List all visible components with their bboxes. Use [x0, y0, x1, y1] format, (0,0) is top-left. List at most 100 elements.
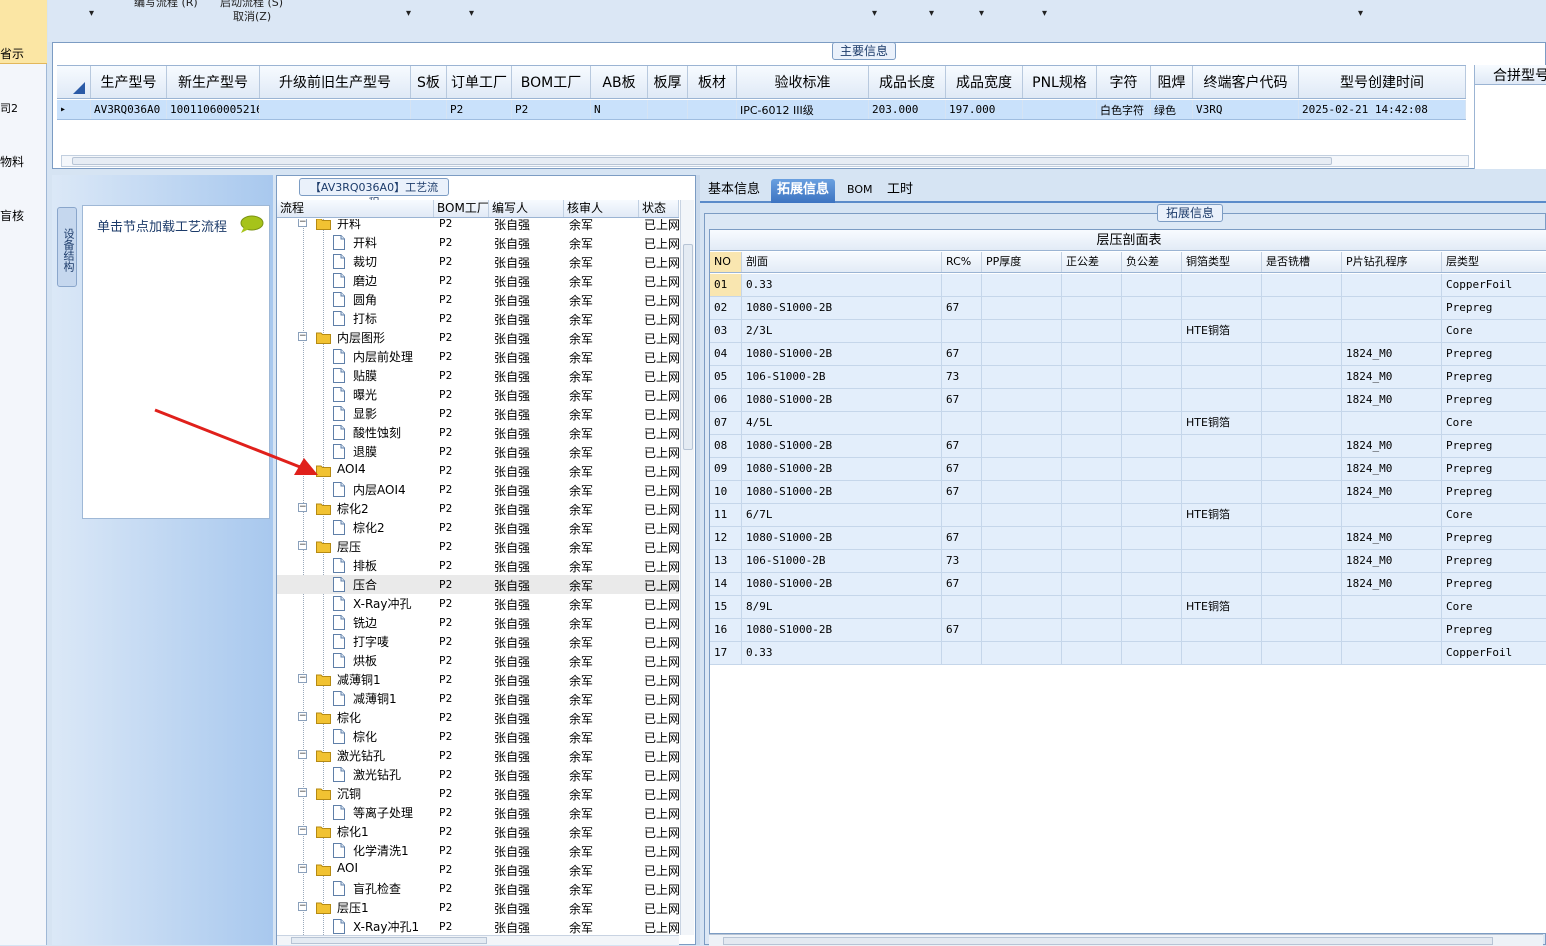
lamination-cell[interactable] — [1122, 527, 1182, 549]
expand-toggle-icon[interactable]: − — [298, 902, 307, 911]
lamination-cell[interactable]: Prepreg — [1442, 343, 1546, 365]
lamination-cell[interactable]: CopperFoil — [1442, 642, 1546, 664]
cancel-menu[interactable]: 取消(Z) — [233, 8, 271, 24]
expand-toggle-icon[interactable]: − — [298, 788, 307, 797]
lamination-cell[interactable]: HTE铜箔 — [1182, 320, 1262, 342]
lamination-cell[interactable] — [982, 642, 1062, 664]
lamination-cell[interactable]: 1080-S1000-2B — [742, 458, 942, 480]
lamination-cell[interactable]: 1824_M0 — [1342, 550, 1442, 572]
lamination-cell[interactable] — [1262, 504, 1342, 526]
process-tree-row[interactable]: − 棕化1 P2 张自强 余军 已上网 — [277, 822, 679, 841]
lamination-cell[interactable] — [1262, 412, 1342, 434]
dropdown-arrow-icon[interactable]: ▾ — [1358, 8, 1363, 19]
lamination-cell[interactable] — [982, 481, 1062, 503]
tab-basic-info[interactable]: 基本信息 — [702, 179, 766, 203]
left-nav-item-1[interactable]: 省示 — [0, 45, 24, 62]
main-cell[interactable] — [411, 100, 447, 119]
lamination-cell[interactable]: 67 — [942, 619, 982, 641]
lamination-cell[interactable] — [1122, 274, 1182, 296]
lamination-cell[interactable]: 17 — [710, 642, 742, 664]
lamination-cell[interactable] — [1122, 389, 1182, 411]
lamination-cell[interactable] — [1062, 343, 1122, 365]
lamination-row[interactable]: 14 1080-S1000-2B 67 1824_M0 Prepreg — [710, 573, 1546, 596]
lamination-cell[interactable] — [1122, 642, 1182, 664]
lamination-cell[interactable] — [982, 389, 1062, 411]
process-tree-row[interactable]: − 层压1 P2 张自强 余军 已上网 — [277, 898, 679, 917]
lamination-cell[interactable]: 67 — [942, 458, 982, 480]
process-tree-row[interactable]: 棕化 P2 张自强 余军 已上网 — [277, 727, 679, 746]
lamination-cell[interactable] — [1062, 412, 1122, 434]
main-cell[interactable]: N — [591, 100, 648, 119]
lamination-row[interactable]: 02 1080-S1000-2B 67 Prepreg — [710, 297, 1546, 320]
lamination-cell[interactable]: 04 — [710, 343, 742, 365]
process-tree-row[interactable]: 压合 P2 张自强 余军 已上网 — [277, 575, 679, 594]
node-box[interactable]: 单击节点加载工艺流程 — [82, 205, 270, 519]
lamination-cell[interactable]: 1824_M0 — [1342, 366, 1442, 388]
process-tree-row[interactable]: 减薄铜1 P2 张自强 余军 已上网 — [277, 689, 679, 708]
lamination-cell[interactable] — [1062, 619, 1122, 641]
lamination-cell[interactable]: 09 — [710, 458, 742, 480]
process-tree-row[interactable]: 打字唛 P2 张自强 余军 已上网 — [277, 632, 679, 651]
lamination-cell[interactable]: Prepreg — [1442, 389, 1546, 411]
process-tree-row[interactable]: 铣边 P2 张自强 余军 已上网 — [277, 613, 679, 632]
lamination-cell[interactable] — [1342, 274, 1442, 296]
lamination-cell[interactable]: 1824_M0 — [1342, 573, 1442, 595]
lamination-cell[interactable]: Prepreg — [1442, 435, 1546, 457]
process-tree-row[interactable]: 开料 P2 张自强 余军 已上网 — [277, 233, 679, 252]
main-cell[interactable]: IPC-6012 III级 — [737, 100, 869, 119]
lamination-cell[interactable]: 10 — [710, 481, 742, 503]
process-tree-row[interactable]: 化学清洗1 P2 张自强 余军 已上网 — [277, 841, 679, 860]
lamination-cell[interactable]: 67 — [942, 481, 982, 503]
lamination-cell[interactable] — [1122, 343, 1182, 365]
process-tree-row[interactable]: 磨边 P2 张自强 余军 已上网 — [277, 271, 679, 290]
lamination-cell[interactable] — [1122, 366, 1182, 388]
process-tree-row[interactable]: 棕化2 P2 张自强 余军 已上网 — [277, 518, 679, 537]
lamination-cell[interactable]: HTE铜箔 — [1182, 504, 1262, 526]
tab-labor-hours[interactable]: 工时 — [881, 179, 919, 203]
lamination-cell[interactable] — [1342, 412, 1442, 434]
lamination-cell[interactable] — [1122, 573, 1182, 595]
lamination-cell[interactable] — [1182, 458, 1262, 480]
lamination-cell[interactable]: CopperFoil — [1442, 274, 1546, 296]
lamination-row[interactable]: 05 106-S1000-2B 73 1824_M0 Prepreg — [710, 366, 1546, 389]
lamination-cell[interactable]: 16 — [710, 619, 742, 641]
lamination-cell[interactable]: 1080-S1000-2B — [742, 527, 942, 549]
lamination-cell[interactable] — [1342, 320, 1442, 342]
lamination-cell[interactable]: Prepreg — [1442, 481, 1546, 503]
left-nav-item-4[interactable]: 盲核 — [0, 207, 24, 224]
dropdown-arrow-icon[interactable]: ▾ — [872, 8, 877, 19]
lamination-cell[interactable] — [1062, 297, 1122, 319]
process-tree-row[interactable]: 打标 P2 张自强 余军 已上网 — [277, 309, 679, 328]
process-tree-row[interactable]: − AOI P2 张自强 余军 已上网 — [277, 860, 679, 879]
lamination-cell[interactable] — [1262, 458, 1342, 480]
lamination-cell[interactable] — [1062, 274, 1122, 296]
lamination-row[interactable]: 09 1080-S1000-2B 67 1824_M0 Prepreg — [710, 458, 1546, 481]
process-tree-row[interactable]: 盲孔检查 P2 张自强 余军 已上网 — [277, 879, 679, 898]
process-tree-row[interactable]: 烘板 P2 张自强 余军 已上网 — [277, 651, 679, 670]
lamination-row[interactable]: 13 106-S1000-2B 73 1824_M0 Prepreg — [710, 550, 1546, 573]
lamination-cell[interactable] — [1062, 320, 1122, 342]
lamination-cell[interactable] — [1342, 504, 1442, 526]
process-tree-row[interactable]: 等离子处理 P2 张自强 余军 已上网 — [277, 803, 679, 822]
lamination-cell[interactable] — [982, 527, 1062, 549]
expand-toggle-icon[interactable]: − — [298, 864, 307, 873]
lamination-cell[interactable] — [1262, 527, 1342, 549]
lamination-cell[interactable]: Prepreg — [1442, 527, 1546, 549]
lamination-cell[interactable] — [1122, 320, 1182, 342]
lamination-cell[interactable] — [1122, 550, 1182, 572]
lamination-cell[interactable] — [1182, 481, 1262, 503]
lamination-cell[interactable] — [1122, 481, 1182, 503]
lamination-cell[interactable]: 06 — [710, 389, 742, 411]
lamination-cell[interactable]: Prepreg — [1442, 458, 1546, 480]
process-tree-row[interactable]: − 棕化 P2 张自强 余军 已上网 — [277, 708, 679, 727]
process-tree-row[interactable]: X-Ray冲孔 P2 张自强 余军 已上网 — [277, 594, 679, 613]
main-cell[interactable]: P2 — [512, 100, 591, 119]
lamination-cell[interactable]: 1080-S1000-2B — [742, 343, 942, 365]
lamination-cell[interactable] — [1342, 619, 1442, 641]
dropdown-arrow-icon[interactable]: ▾ — [979, 8, 984, 19]
lamination-cell[interactable] — [1062, 435, 1122, 457]
process-tree-row[interactable]: 酸性蚀刻 P2 张自强 余军 已上网 — [277, 423, 679, 442]
lamination-cell[interactable]: 03 — [710, 320, 742, 342]
lamination-cell[interactable] — [1062, 389, 1122, 411]
lamination-cell[interactable] — [982, 343, 1062, 365]
